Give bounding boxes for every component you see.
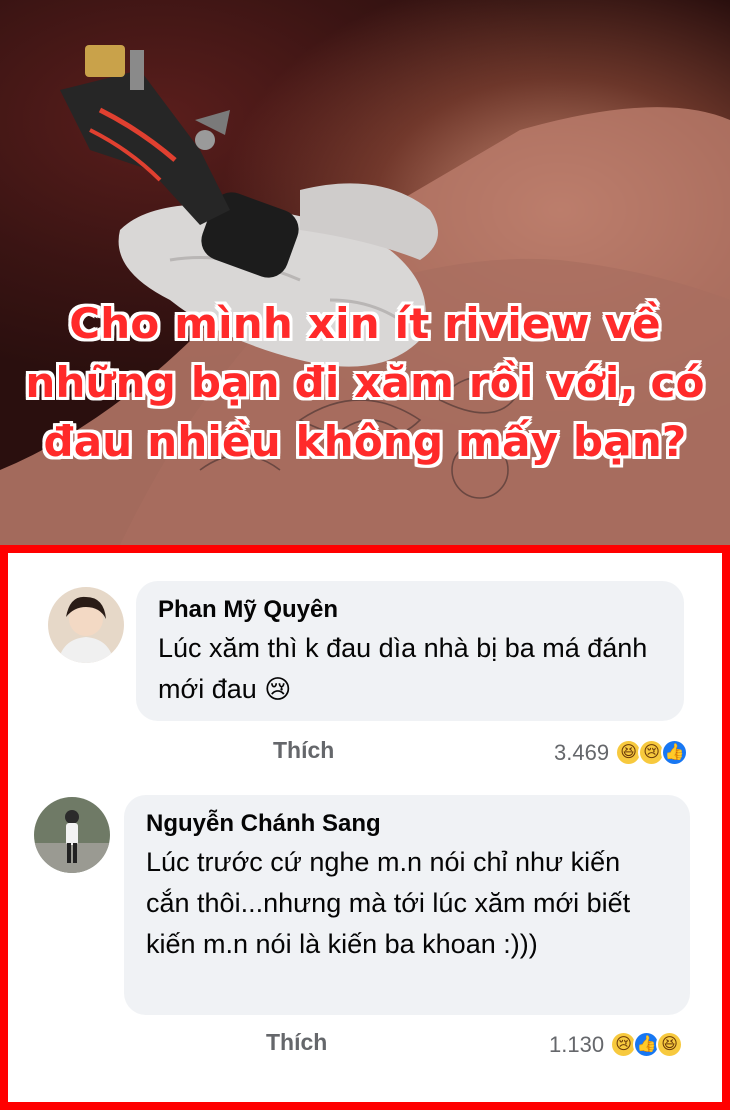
like-button[interactable]: Thích bbox=[266, 1029, 327, 1056]
crying-face-icon: 😢 bbox=[264, 674, 292, 704]
comments-section: Phan Mỹ Quyên Lúc xăm thì k đau dìa nhà … bbox=[0, 545, 730, 1110]
comment-author[interactable]: Phan Mỹ Quyên bbox=[158, 595, 662, 625]
reaction-summary[interactable]: 1.130 😢 👍 😆 bbox=[549, 1031, 684, 1058]
avatar[interactable] bbox=[34, 797, 110, 873]
comment-text: Lúc trước cứ nghe m.n nói chỉ như kiến c… bbox=[146, 847, 631, 959]
like-button[interactable]: Thích bbox=[273, 737, 334, 764]
comment-item: Phan Mỹ Quyên Lúc xăm thì k đau dìa nhà … bbox=[8, 553, 722, 783]
post-title: Cho mình xin ít riview về những bạn đi x… bbox=[25, 299, 705, 466]
comment-item: Nguyễn Chánh Sang Lúc trước cứ nghe m.n … bbox=[8, 783, 722, 1103]
comment-bubble: Phan Mỹ Quyên Lúc xăm thì k đau dìa nhà … bbox=[136, 581, 684, 721]
avatar[interactable] bbox=[48, 587, 124, 663]
post-photo: Cho mình xin ít riview về những bạn đi x… bbox=[0, 0, 730, 545]
reaction-count: 3.469 bbox=[554, 739, 610, 765]
comment-bubble: Nguyễn Chánh Sang Lúc trước cứ nghe m.n … bbox=[124, 795, 690, 1015]
comment-text: Lúc xăm thì k đau dìa nhà bị ba má đánh … bbox=[158, 633, 648, 704]
reaction-summary[interactable]: 3.469 😆 😢 👍 bbox=[554, 739, 689, 766]
haha-icon: 😆 bbox=[656, 1031, 684, 1058]
comment-author[interactable]: Nguyễn Chánh Sang bbox=[146, 809, 660, 839]
reaction-count: 1.130 bbox=[549, 1031, 605, 1057]
like-icon: 👍 bbox=[661, 739, 689, 766]
